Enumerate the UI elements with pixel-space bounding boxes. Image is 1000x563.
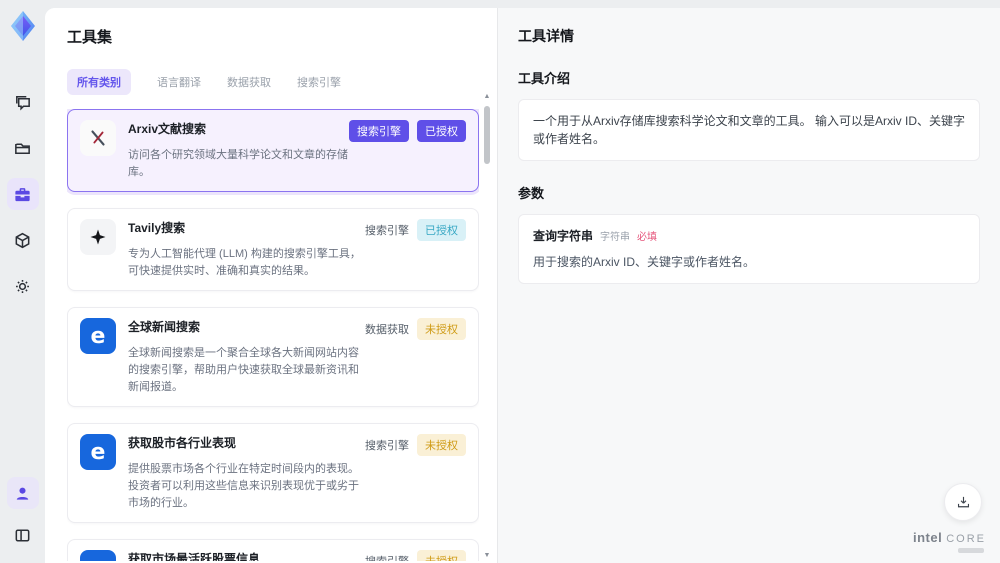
tool-detail-panel: 工具详情 工具介绍 一个用于从Arxiv存储库搜索科学论文和文章的工具。 输入可… bbox=[497, 8, 1000, 563]
param-description: 用于搜索的Arxiv ID、关键字或作者姓名。 bbox=[533, 255, 756, 269]
sidebar-item-account[interactable] bbox=[6, 477, 39, 509]
category-label: 搜索引擎 bbox=[365, 553, 409, 561]
tool-card-sector-performance[interactable]: e 获取股市各行业表现 搜索引擎 未授权 提供股票市场各个行业在特定时间段内的表… bbox=[67, 423, 479, 524]
left-rail bbox=[0, 0, 45, 563]
auth-status-badge: 已授权 bbox=[417, 120, 466, 142]
tavily-star-icon bbox=[80, 219, 116, 256]
auth-status-badge: 未授权 bbox=[417, 434, 466, 457]
settings-gear-icon bbox=[16, 279, 29, 293]
param-required-label: 必填 bbox=[637, 232, 658, 243]
scrollbar-thumb[interactable] bbox=[484, 106, 490, 164]
sidebar-item-settings[interactable] bbox=[7, 270, 39, 302]
cube-icon bbox=[15, 232, 30, 248]
tab-all-categories[interactable]: 所有类别 bbox=[67, 69, 131, 95]
tab-language-translation[interactable]: 语言翻译 bbox=[157, 74, 201, 90]
tool-card-tavily[interactable]: Tavily搜索 搜索引擎 已授权 专为人工智能代理 (LLM) 构建的搜索引擎… bbox=[67, 208, 479, 292]
tool-description: 全球新闻搜索是一个聚合全球各大新闻网站内容的搜索引擎，帮助用户快速获取全球最新资… bbox=[128, 347, 359, 394]
content-shell: 工具集 所有类别 语言翻译 数据获取 搜索引擎 Arxiv文献搜索 搜索引擎 已… bbox=[45, 8, 1000, 563]
scroll-down-arrow-icon[interactable]: ▼ bbox=[484, 551, 491, 561]
app-logo-icon bbox=[10, 11, 35, 41]
tool-card-arxiv[interactable]: Arxiv文献搜索 搜索引擎 已授权 访问各个研究领域大量科学论文和文章的存储库… bbox=[67, 109, 479, 193]
core-wordmark: CORE bbox=[946, 533, 986, 545]
tool-name: Tavily搜索 bbox=[128, 221, 186, 236]
tool-description: 访问各个研究领域大量科学论文和文章的存储库。 bbox=[128, 149, 348, 179]
arxiv-logo-icon bbox=[80, 120, 116, 156]
panel-toggle-icon bbox=[15, 529, 30, 541]
tool-list-panel: 工具集 所有类别 语言翻译 数据获取 搜索引擎 Arxiv文献搜索 搜索引擎 已… bbox=[45, 8, 497, 563]
param-type: 字符串 bbox=[600, 232, 631, 243]
category-label: 搜索引擎 bbox=[365, 440, 409, 453]
tool-name: 获取股市各行业表现 bbox=[128, 436, 237, 451]
category-label: 数据获取 bbox=[365, 324, 409, 337]
auth-status-badge: 未授权 bbox=[417, 550, 466, 561]
toolbox-icon bbox=[15, 187, 30, 201]
download-icon bbox=[957, 496, 969, 507]
folder-icon bbox=[15, 142, 30, 154]
tool-name: 获取市场最活跃股票信息 bbox=[128, 552, 261, 561]
sidebar-toggle[interactable] bbox=[7, 519, 39, 551]
sidebar-item-tools[interactable] bbox=[6, 178, 39, 210]
chat-icon bbox=[16, 95, 30, 111]
auth-status-badge: 未授权 bbox=[417, 318, 466, 341]
download-button[interactable] bbox=[944, 483, 982, 521]
tool-card-global-news[interactable]: e 全球新闻搜索 数据获取 未授权 全球新闻搜索是一个聚合全球各大新闻网站内容的… bbox=[67, 307, 479, 408]
user-icon bbox=[16, 487, 29, 500]
tab-data-acquisition[interactable]: 数据获取 bbox=[227, 74, 271, 90]
sidebar-item-models[interactable] bbox=[7, 224, 39, 256]
category-label: 搜索引擎 bbox=[365, 225, 409, 238]
intel-core-logo: intel CORE bbox=[913, 531, 986, 553]
intro-heading: 工具介绍 bbox=[518, 71, 571, 86]
sidebar-item-chat[interactable] bbox=[7, 86, 39, 118]
category-tabs: 所有类别 语言翻译 数据获取 搜索引擎 bbox=[67, 69, 497, 95]
tool-description: 提供股票市场各个行业在特定时间段内的表现。投资者可以利用这些信息来识别表现优于或… bbox=[128, 463, 359, 510]
news-blue-icon: e bbox=[80, 318, 116, 355]
sidebar-item-files[interactable] bbox=[7, 132, 39, 164]
tool-description: 专为人工智能代理 (LLM) 构建的搜索引擎工具，可快速提供实时、准确和真实的结… bbox=[128, 248, 361, 278]
detail-title: 工具详情 bbox=[518, 28, 574, 44]
params-heading: 参数 bbox=[518, 186, 545, 201]
param-card: 查询字符串 字符串 必填 用于搜索的Arxiv ID、关键字或作者姓名。 bbox=[518, 214, 980, 284]
intro-card: 一个用于从Arxiv存储库搜索科学论文和文章的工具。 输入可以是Arxiv ID… bbox=[518, 99, 980, 161]
param-name: 查询字符串 bbox=[533, 229, 594, 243]
tool-card-active-stocks[interactable]: e 获取市场最活跃股票信息 搜索引擎 未授权 提供当天交易量最高的股票列表，投资… bbox=[67, 539, 479, 561]
tool-name: 全球新闻搜索 bbox=[128, 320, 201, 335]
auth-status-badge: 已授权 bbox=[417, 219, 466, 242]
page-title: 工具集 bbox=[67, 29, 113, 46]
list-scrollbar[interactable]: ▲ ▼ bbox=[482, 92, 492, 561]
finance-blue-icon: e bbox=[80, 434, 116, 471]
stocks-blue-icon: e bbox=[80, 550, 116, 561]
category-badge: 搜索引擎 bbox=[349, 120, 409, 142]
intel-wordmark: intel bbox=[912, 530, 943, 545]
intel-ultra-mark bbox=[958, 548, 984, 553]
tool-card-list: Arxiv文献搜索 搜索引擎 已授权 访问各个研究领域大量科学论文和文章的存储库… bbox=[67, 109, 479, 561]
scroll-up-arrow-icon[interactable]: ▲ bbox=[484, 92, 491, 102]
tab-search-engine[interactable]: 搜索引擎 bbox=[297, 74, 341, 90]
tool-name: Arxiv文献搜索 bbox=[128, 122, 207, 136]
